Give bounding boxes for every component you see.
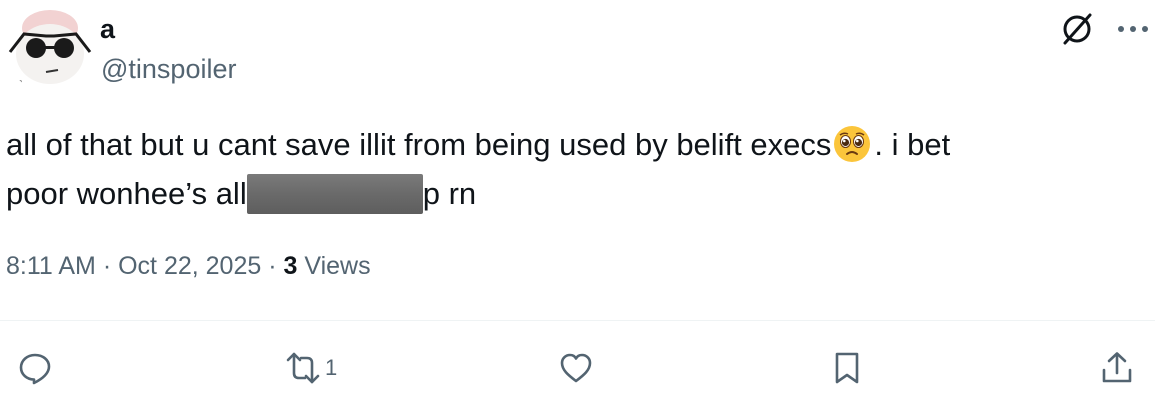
reply-button[interactable] [18, 348, 52, 388]
like-button[interactable] [559, 348, 593, 388]
reply-icon [19, 353, 51, 385]
tweet-text-part4: p rn [422, 176, 477, 211]
share-icon [1102, 352, 1132, 383]
share-button[interactable] [1100, 348, 1134, 388]
bookmark-button[interactable] [830, 348, 864, 388]
views-label[interactable]: Views [304, 252, 370, 280]
avatar-image [6, 6, 92, 92]
tweet-text: all of that but u cant save illit from b… [6, 120, 1126, 218]
tweet-time[interactable]: 8:11 AM [6, 252, 96, 280]
more-icon[interactable] [1114, 16, 1152, 42]
meta-separator: · [102, 252, 112, 280]
tweet-text-part1: all of that but u cant save illit from b… [6, 127, 832, 162]
pleading-face-emoji [833, 125, 871, 163]
tweet-text-part3: poor wonhee’s all [6, 176, 247, 211]
display-name[interactable]: a [100, 14, 115, 45]
divider [0, 320, 1155, 321]
tweet-date[interactable]: Oct 22, 2025 [118, 252, 261, 280]
retweet-count: 1 [325, 355, 338, 380]
retweet-button[interactable]: 1 [286, 348, 337, 388]
views-count[interactable]: 3 [284, 252, 298, 280]
tweet-text-part2: . i bet [874, 127, 951, 162]
grok-icon[interactable] [1060, 12, 1094, 46]
bookmark-icon [835, 352, 859, 384]
handle[interactable]: @tinspoiler [101, 54, 236, 85]
avatar[interactable] [6, 6, 92, 92]
redacted-text [246, 174, 423, 214]
meta-separator-2: · [268, 252, 277, 280]
retweet-icon [286, 352, 320, 384]
tweet-meta: 8:11 AM · Oct 22, 2025 · 3 Views [6, 252, 371, 281]
heart-icon [560, 353, 592, 383]
